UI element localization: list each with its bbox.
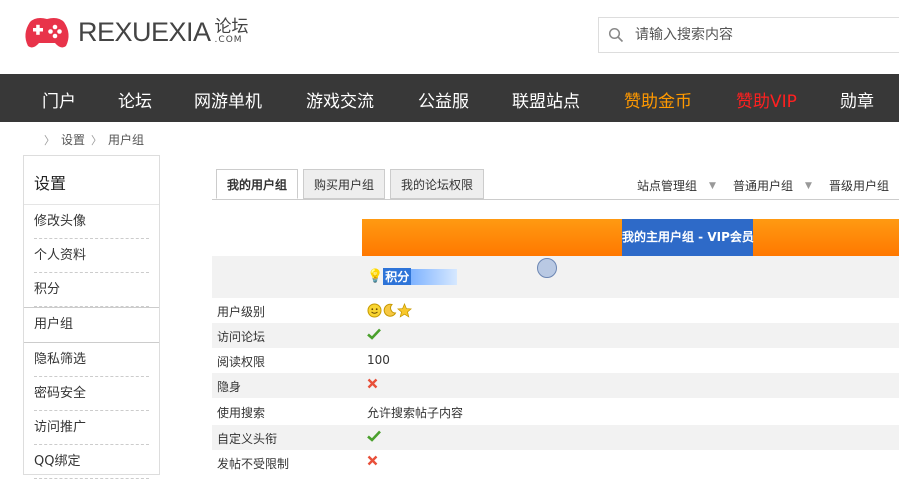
lightbulb-icon: 💡 <box>367 269 384 284</box>
row-label: 自定义头衔 <box>217 432 278 446</box>
search-input[interactable] <box>633 26 877 44</box>
points-cell: 💡 积分 <box>367 268 458 285</box>
sidebar-item-privacy[interactable]: 隐私筛选 <box>24 343 159 377</box>
mouse-cursor-indicator <box>537 258 557 278</box>
moon-icon <box>383 303 397 317</box>
settings-sidebar: 设置 修改头像 个人资料 积分 用户组 隐私筛选 密码安全 访问推广 QQ绑定 <box>23 155 160 479</box>
breadcrumb-usergroup[interactable]: 用户组 <box>108 131 144 148</box>
group-dropdown-promoted[interactable]: 晋级用户组 <box>829 177 889 194</box>
cross-icon <box>367 455 378 466</box>
nav-item-public-server[interactable]: 公益服 <box>418 87 469 112</box>
tab-divider <box>212 199 899 200</box>
tab-forum-permissions[interactable]: 我的论坛权限 <box>390 169 485 199</box>
site-logo[interactable]: REXUEXIA 论坛 .COM <box>22 12 249 52</box>
sidebar-title: 设置 <box>24 156 159 205</box>
logo-cn-text: 论坛 <box>214 17 249 37</box>
nav-item-online-games[interactable]: 网游单机 <box>194 87 262 112</box>
logo-text: REXUEXIA <box>78 16 211 47</box>
points-value-redacted <box>411 268 458 285</box>
nav-item-sponsor-gold[interactable]: 赞助金币 <box>624 87 692 112</box>
breadcrumb-settings[interactable]: 设置 <box>61 131 85 148</box>
sun-face-icon <box>367 303 382 318</box>
row-label: 用户级别 <box>217 305 266 319</box>
nav-item-alliance-sites[interactable]: 联盟站点 <box>512 87 580 112</box>
breadcrumb-separator-icon: 〉 <box>44 133 55 147</box>
nav-item-sponsor-vip[interactable]: 赞助VIP <box>736 87 797 112</box>
main-nav: 门户 论坛 网游单机 游戏交流 公益服 联盟站点 赞助金币 赞助VIP 勋章 <box>0 74 899 122</box>
check-icon <box>367 430 381 442</box>
search-icon[interactable] <box>599 27 633 43</box>
sidebar-item-usergroup[interactable]: 用户组 <box>24 307 159 343</box>
row-value: 允许搜索帖子内容 <box>367 406 464 420</box>
table-row: 阅读权限 100 <box>212 348 899 373</box>
row-label: 阅读权限 <box>217 355 266 369</box>
sidebar-item-profile[interactable]: 个人资料 <box>24 239 159 273</box>
row-label: 隐身 <box>217 380 242 394</box>
nav-item-portal[interactable]: 门户 <box>42 87 76 112</box>
row-label: 使用搜索 <box>217 406 266 420</box>
sidebar-item-avatar[interactable]: 修改头像 <box>24 205 159 239</box>
points-label: 积分 <box>383 268 412 285</box>
row-label: 访问论坛 <box>217 330 266 344</box>
star-icon <box>397 303 412 318</box>
nav-item-game-talk[interactable]: 游戏交流 <box>306 87 374 112</box>
usergroup-tabs: 我的用户组 购买用户组 我的论坛权限 <box>216 169 489 199</box>
table-row: 使用搜索 允许搜索帖子内容 <box>212 399 899 424</box>
check-icon <box>367 328 381 340</box>
table-row: 隐身 <box>212 373 899 398</box>
table-row: 自定义头衔 <box>212 425 899 450</box>
sidebar-item-points[interactable]: 积分 <box>24 273 159 307</box>
table-row: 访问论坛 <box>212 323 899 348</box>
breadcrumb: 〉 设置 〉 用户组 <box>44 131 144 148</box>
cross-icon <box>367 378 378 389</box>
table-row: 发帖不受限制 <box>212 450 899 475</box>
sidebar-item-password[interactable]: 密码安全 <box>24 377 159 411</box>
dropdown-arrow-icon: ▼ <box>805 180 812 191</box>
nav-item-forum[interactable]: 论坛 <box>118 87 152 112</box>
sidebar-item-promotion[interactable]: 访问推广 <box>24 411 159 445</box>
logo-suffix: 论坛 .COM <box>215 19 249 45</box>
dropdown-arrow-icon: ▼ <box>709 180 716 191</box>
search-box[interactable] <box>598 17 899 53</box>
tab-my-usergroup[interactable]: 我的用户组 <box>216 169 299 199</box>
group-dropdown-admin[interactable]: 站点管理组 ▼ <box>637 177 716 194</box>
breadcrumb-separator-icon: 〉 <box>91 133 103 147</box>
sidebar-item-qq[interactable]: QQ绑定 <box>24 445 159 479</box>
level-icons <box>367 303 412 318</box>
usergroup-header-title: 我的主用户组 - VIP会员 <box>622 219 754 256</box>
group-dropdown-promoted-label: 晋级用户组 <box>829 179 890 193</box>
site-header: REXUEXIA 论坛 .COM <box>0 0 899 74</box>
table-row: 用户级别 <box>212 298 899 323</box>
group-dropdown-normal-label: 普通用户组 <box>733 179 794 193</box>
gamepad-logo-icon <box>25 18 69 48</box>
group-dropdown-admin-label: 站点管理组 <box>637 179 698 193</box>
tab-buy-usergroup[interactable]: 购买用户组 <box>303 169 386 199</box>
nav-item-medals[interactable]: 勋章 <box>840 87 874 112</box>
logo-com-text: .COM <box>214 35 243 45</box>
group-dropdown-normal[interactable]: 普通用户组 ▼ <box>733 177 812 194</box>
row-label: 发帖不受限制 <box>217 457 290 471</box>
row-value: 100 <box>367 353 390 367</box>
